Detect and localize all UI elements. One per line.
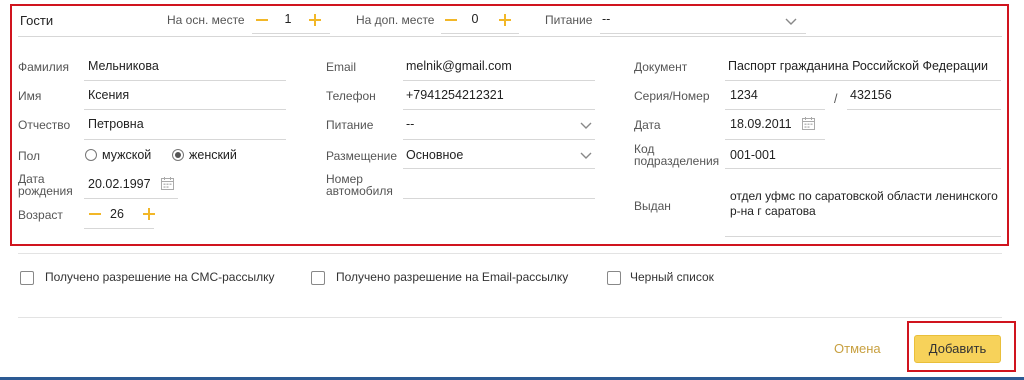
- main-place-label: На осн. месте: [167, 13, 245, 27]
- issued-by-label: Выдан: [634, 199, 671, 213]
- issued-by-line2[interactable]: р-на г саратова: [730, 204, 816, 219]
- email-consent-label[interactable]: Получено разрешение на Email-рассылку: [336, 269, 568, 285]
- sms-consent-checkbox[interactable]: [20, 271, 34, 285]
- name-field[interactable]: Ксения: [88, 87, 129, 103]
- section-divider: [18, 253, 1002, 254]
- extra-place-value[interactable]: 0: [469, 11, 481, 27]
- gender-female-label[interactable]: женский: [189, 147, 237, 163]
- main-place-underline: [252, 33, 330, 34]
- contact-meals-label: Питание: [326, 118, 374, 132]
- issue-date-underline: [725, 139, 825, 140]
- division-code-underline: [725, 168, 1001, 169]
- birthdate-field[interactable]: 20.02.1997: [88, 176, 151, 192]
- accommodation-select[interactable]: Основное: [406, 147, 463, 163]
- calendar-icon[interactable]: [161, 177, 174, 190]
- age-label: Возраст: [18, 208, 63, 222]
- extra-place-label: На доп. месте: [356, 13, 435, 27]
- patronymic-field[interactable]: Петровна: [88, 116, 144, 132]
- extra-place-minus-button[interactable]: [445, 19, 457, 21]
- contact-meals-underline: [403, 139, 595, 140]
- patronymic-underline: [84, 139, 286, 140]
- gender-label: Пол: [18, 149, 41, 163]
- number-underline: [847, 109, 1001, 110]
- document-label: Документ: [634, 60, 688, 74]
- car-number-field[interactable]: [406, 178, 594, 194]
- cancel-button[interactable]: Отмена: [834, 341, 881, 357]
- chevron-down-icon[interactable]: [580, 152, 592, 160]
- main-place-value[interactable]: 1: [282, 11, 294, 27]
- guests-meals-underline: [600, 33, 806, 34]
- phone-field[interactable]: +7941254212321: [406, 87, 504, 103]
- guests-meals-label: Питание: [545, 13, 593, 27]
- division-code-field[interactable]: 001-001: [730, 147, 776, 163]
- age-value[interactable]: 26: [110, 206, 124, 222]
- accommodation-underline: [403, 168, 595, 169]
- patronymic-label: Отчество: [18, 118, 71, 132]
- highlight-frame-form: [10, 4, 1009, 246]
- guests-meals-select[interactable]: --: [602, 11, 610, 27]
- series-separator: /: [834, 92, 838, 106]
- calendar-icon[interactable]: [802, 117, 815, 130]
- main-place-minus-button[interactable]: [256, 19, 268, 21]
- add-button[interactable]: Добавить: [914, 335, 1001, 363]
- surname-label: Фамилия: [18, 60, 69, 74]
- main-place-plus-button[interactable]: [309, 14, 321, 26]
- phone-label: Телефон: [326, 89, 376, 103]
- issue-date-label: Дата: [634, 118, 661, 132]
- surname-underline: [84, 80, 286, 81]
- chevron-down-icon[interactable]: [785, 18, 797, 26]
- age-minus-button[interactable]: [89, 213, 101, 215]
- accommodation-label: Размещение: [326, 149, 397, 163]
- email-label: Email: [326, 60, 357, 74]
- email-consent-checkbox[interactable]: [311, 271, 325, 285]
- series-underline: [725, 109, 825, 110]
- document-underline: [725, 80, 1001, 81]
- surname-field[interactable]: Мельникова: [88, 58, 159, 74]
- extra-place-underline: [441, 33, 519, 34]
- car-number-underline: [403, 198, 595, 199]
- email-field[interactable]: melnik@gmail.com: [406, 58, 512, 74]
- gender-male-label[interactable]: мужской: [102, 147, 151, 163]
- car-label-line2: автомобиля: [326, 184, 393, 198]
- sms-consent-label[interactable]: Получено разрешение на СМС-рассылку: [45, 269, 274, 285]
- series-number-label: Серия/Номер: [634, 89, 710, 103]
- phone-underline: [403, 109, 595, 110]
- age-plus-button[interactable]: [143, 208, 155, 220]
- chevron-down-icon[interactable]: [580, 122, 592, 130]
- contact-meals-select[interactable]: --: [406, 116, 414, 132]
- footer-divider: [18, 317, 1002, 318]
- blacklist-label[interactable]: Черный список: [630, 269, 714, 285]
- division-code-label-line2: подразделения: [634, 154, 720, 168]
- age-underline: [84, 228, 154, 229]
- name-label: Имя: [18, 89, 42, 103]
- extra-place-plus-button[interactable]: [499, 14, 511, 26]
- document-field[interactable]: Паспорт гражданина Российской Федерации: [728, 58, 988, 74]
- blacklist-checkbox[interactable]: [607, 271, 621, 285]
- email-underline: [403, 80, 595, 81]
- issued-by-line1[interactable]: отдел уфмс по саратовской области ленинс…: [730, 189, 998, 204]
- birthdate-label-line2: рождения: [18, 184, 73, 198]
- gender-male-radio[interactable]: [85, 149, 97, 161]
- series-field[interactable]: 1234: [730, 87, 758, 103]
- name-underline: [84, 109, 286, 110]
- birthdate-underline: [84, 198, 178, 199]
- guests-title: Гости: [20, 13, 54, 28]
- issue-date-field[interactable]: 18.09.2011: [730, 116, 792, 132]
- guests-divider: [18, 36, 1002, 37]
- issued-by-underline: [725, 236, 1001, 237]
- number-field[interactable]: 432156: [850, 87, 892, 103]
- gender-female-radio[interactable]: [172, 149, 184, 161]
